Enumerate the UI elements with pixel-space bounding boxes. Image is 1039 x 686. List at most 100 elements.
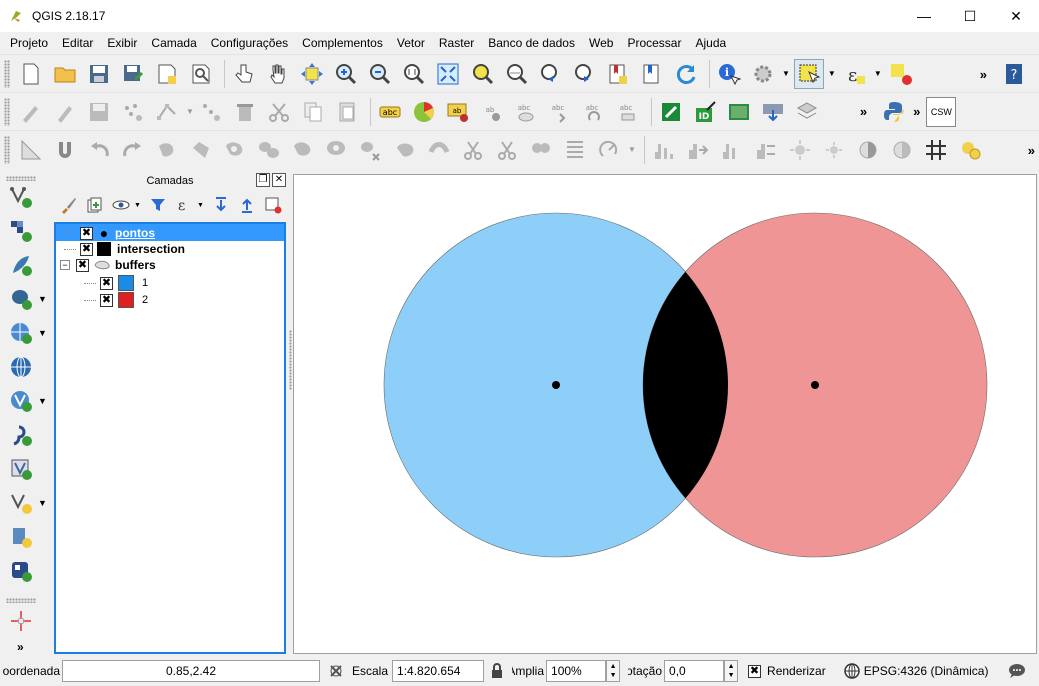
map-drawing[interactable] — [294, 175, 1036, 653]
wfs-dropdown-arrow[interactable]: ▼ — [38, 396, 47, 406]
show-hide-labels-button[interactable]: abc — [511, 97, 541, 127]
rotate-dropdown-arrow[interactable]: ▼ — [628, 145, 636, 154]
layer-visibility-checkbox[interactable]: ✖ — [76, 258, 89, 272]
manage-themes-button[interactable] — [108, 193, 134, 217]
zoom-full-button[interactable] — [433, 59, 463, 89]
point-feature-1[interactable] — [552, 381, 560, 389]
current-edits-button[interactable] — [16, 97, 46, 127]
contrast-decrease-button[interactable] — [887, 135, 917, 165]
layer-row-intersection[interactable]: ✖ intersection — [64, 241, 185, 257]
run-feature-action-button[interactable] — [748, 59, 778, 89]
menu-web[interactable]: Web — [582, 32, 620, 54]
coordinate-toggle-icon[interactable] — [328, 663, 344, 679]
move-label-button[interactable]: abc — [545, 97, 575, 127]
copy-features-button[interactable] — [298, 97, 328, 127]
new-shapefile-button[interactable] — [6, 488, 36, 518]
delete-part-button[interactable] — [356, 135, 386, 165]
highlight-pinned-labels-button[interactable]: ab — [443, 97, 473, 127]
fill-ring-button[interactable] — [288, 135, 318, 165]
composer-manager-button[interactable] — [186, 59, 216, 89]
refresh-button[interactable] — [671, 59, 701, 89]
redo-button[interactable] — [118, 135, 148, 165]
open-layer-styling-button[interactable] — [56, 193, 82, 217]
select-dropdown-arrow[interactable]: ▼ — [828, 69, 836, 78]
select-features-button[interactable] — [793, 58, 824, 89]
rotate-feature-button[interactable] — [152, 135, 182, 165]
zoom-next-button[interactable] — [569, 59, 599, 89]
coordinate-field[interactable]: 0.85,2.42 — [62, 660, 320, 682]
map-canvas[interactable] — [293, 174, 1037, 654]
panel-close-button[interactable]: ✕ — [272, 173, 286, 187]
help-button[interactable]: ? — [999, 59, 1029, 89]
save-layer-edits-button[interactable] — [84, 97, 114, 127]
menu-projeto[interactable]: Projeto — [3, 32, 55, 54]
add-spatialite-button[interactable] — [6, 250, 36, 280]
zoom-actual-size-button[interactable] — [399, 59, 429, 89]
side-toolbar-more[interactable]: » — [17, 640, 24, 654]
paste-features-button[interactable] — [332, 97, 362, 127]
expression-dropdown-arrow[interactable]: ▼ — [874, 69, 882, 78]
category-row-2[interactable]: ✖ 2 — [84, 292, 148, 308]
expand-all-button[interactable] — [208, 193, 234, 217]
menu-complementos[interactable]: Complementos — [295, 32, 390, 54]
menu-vetor[interactable]: Vetor — [390, 32, 432, 54]
collapse-all-button[interactable] — [234, 193, 260, 217]
change-label-button[interactable]: abc — [613, 97, 643, 127]
zoom-out-button[interactable] — [365, 59, 395, 89]
python-console-button[interactable] — [879, 97, 909, 127]
add-db2-button[interactable] — [6, 556, 36, 586]
pin-labels-button[interactable]: ab — [477, 97, 507, 127]
merge-features-button[interactable] — [526, 135, 556, 165]
zoom-to-selection-button[interactable] — [467, 59, 497, 89]
add-wfs-button[interactable] — [6, 386, 36, 416]
menu-configuracoes[interactable]: Configurações — [204, 32, 295, 54]
new-project-button[interactable] — [16, 59, 46, 89]
add-virtual-layer-button[interactable] — [6, 454, 36, 484]
undo-button[interactable] — [84, 135, 114, 165]
touch-zoom-pan-button[interactable] — [229, 59, 259, 89]
toolbar-grip[interactable] — [4, 97, 10, 126]
add-wcs-button[interactable] — [6, 352, 36, 382]
magnifier-field[interactable]: 100% — [546, 660, 607, 682]
deselect-all-button[interactable] — [886, 59, 916, 89]
delete-selected-button[interactable] — [230, 97, 260, 127]
identify-features-button[interactable]: i — [714, 59, 744, 89]
plugin-1-button[interactable] — [656, 97, 686, 127]
toolbar-2-more-left[interactable]: » — [860, 104, 867, 119]
menu-exibir[interactable]: Exibir — [100, 32, 144, 54]
menu-banco-de-dados[interactable]: Banco de dados — [481, 32, 582, 54]
filter-by-expression-button[interactable]: ε — [171, 193, 197, 217]
remove-layer-button[interactable] — [260, 193, 286, 217]
yellow-plugin-button[interactable] — [955, 135, 985, 165]
raster-tool-2-button[interactable] — [683, 135, 713, 165]
panel-splitter[interactable] — [289, 330, 292, 390]
toolbar-grip[interactable] — [6, 598, 36, 603]
postgis-dropdown-arrow[interactable]: ▼ — [38, 294, 47, 304]
close-button[interactable]: ✕ — [993, 0, 1039, 32]
minimize-button[interactable]: — — [901, 0, 947, 32]
enable-tracing-button[interactable] — [50, 135, 80, 165]
reshape-features-button[interactable] — [390, 135, 420, 165]
grid-button[interactable] — [921, 135, 951, 165]
menu-camada[interactable]: Camada — [144, 32, 203, 54]
panel-float-button[interactable]: ❐ — [256, 173, 270, 187]
toolbar-grip[interactable] — [6, 176, 36, 181]
toolbar-3-more[interactable]: » — [1028, 143, 1035, 158]
layer-visibility-checkbox[interactable]: ✖ — [80, 226, 93, 240]
category-visibility-checkbox[interactable]: ✖ — [100, 293, 113, 307]
pan-to-selection-button[interactable] — [297, 59, 327, 89]
offset-curve-button[interactable] — [424, 135, 454, 165]
rotate-point-symbols-button[interactable] — [594, 135, 624, 165]
raster-tool-1-button[interactable] — [649, 135, 679, 165]
open-project-button[interactable] — [50, 59, 80, 89]
node-tool-button[interactable] — [152, 97, 182, 127]
add-part-button[interactable] — [254, 135, 284, 165]
render-checkbox[interactable]: ✖ — [748, 664, 762, 678]
toolbar-grip[interactable] — [4, 135, 10, 164]
collapse-toggle[interactable]: − — [60, 260, 70, 270]
select-by-expression-button[interactable]: ε — [840, 59, 870, 89]
new-print-composer-button[interactable] — [152, 59, 182, 89]
magnifier-spinner[interactable]: ▲ ▼ — [606, 660, 621, 682]
add-postgis-button[interactable] — [6, 284, 36, 314]
add-raster-layer-button[interactable] — [6, 216, 36, 246]
